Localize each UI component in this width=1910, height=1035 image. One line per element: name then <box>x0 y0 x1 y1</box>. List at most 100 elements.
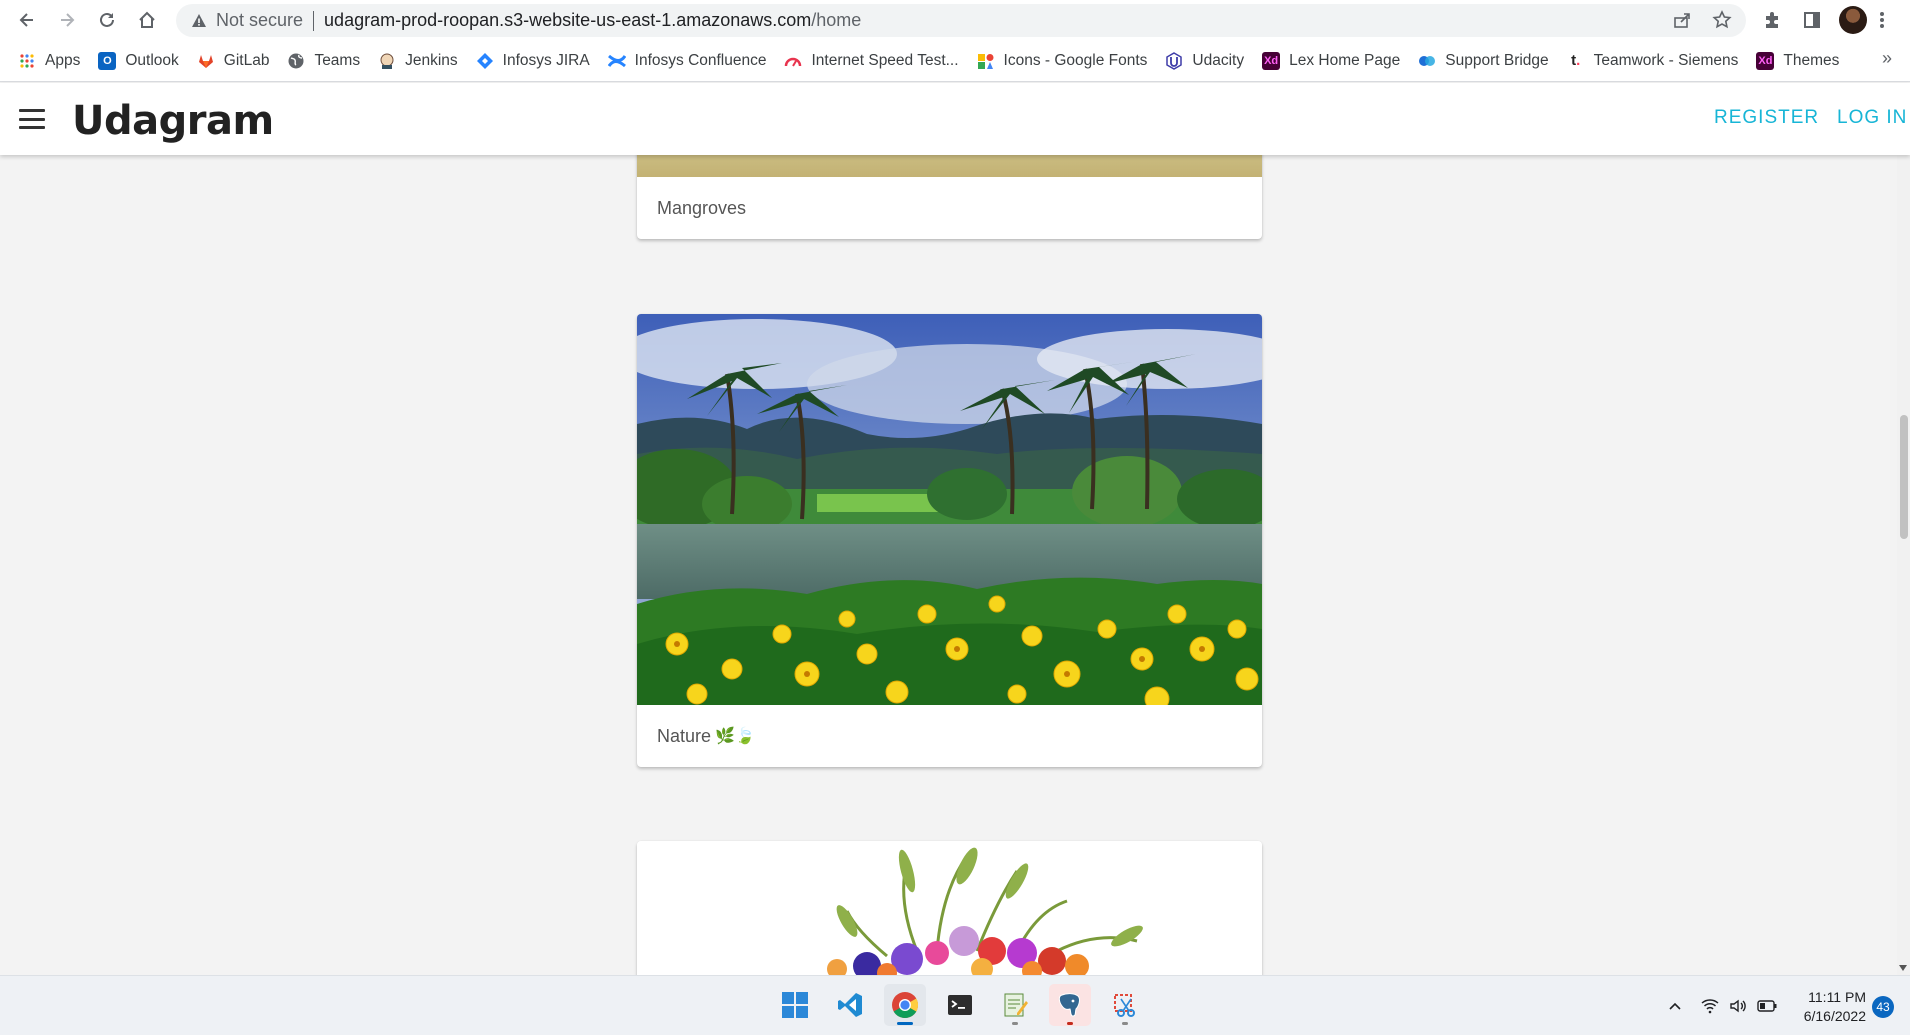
share-icon <box>1674 13 1690 28</box>
side-panel-button[interactable] <box>1798 6 1826 34</box>
volume-button[interactable] <box>1726 994 1750 1018</box>
security-label[interactable]: Not secure <box>216 10 303 31</box>
feed-image <box>637 314 1262 705</box>
notepad-icon <box>1004 993 1028 1017</box>
bookmark-teams[interactable]: Teams <box>287 46 370 76</box>
xd-icon: Xd <box>1756 51 1775 70</box>
apps-grid-icon <box>18 52 36 70</box>
outlook-icon: O <box>98 51 117 70</box>
start-button[interactable] <box>774 984 816 1026</box>
feed-image <box>637 841 1262 975</box>
wifi-button[interactable] <box>1698 994 1722 1018</box>
running-indicator <box>1122 1022 1128 1025</box>
postgresql-icon <box>1058 993 1080 1017</box>
caption-emoji: 🌿🍃 <box>715 728 755 745</box>
more-bookmarks-button[interactable]: » <box>1882 48 1892 69</box>
feed-card <box>637 841 1262 975</box>
bookmark-label: Infosys Confluence <box>634 51 767 69</box>
forward-button[interactable] <box>52 5 82 35</box>
google-fonts-icon <box>977 52 995 70</box>
bookmark-speed-test[interactable]: Internet Speed Test... <box>784 46 968 76</box>
active-indicator <box>897 1022 913 1025</box>
windows-logo-icon <box>782 992 808 1018</box>
bookmark-gitlab[interactable]: GitLab <box>197 46 280 76</box>
bookmarks-bar: Apps O Outlook GitLab Teams Jenkins Info… <box>0 40 1910 82</box>
side-panel-icon <box>1804 12 1820 28</box>
bookmark-outlook[interactable]: O Outlook <box>98 46 188 76</box>
running-indicator <box>1067 1022 1073 1025</box>
login-button[interactable]: LOG IN <box>1837 107 1907 129</box>
terminal-icon <box>948 995 972 1015</box>
bookmark-infosys-confluence[interactable]: Infosys Confluence <box>607 46 777 76</box>
bookmark-apps[interactable]: Apps <box>18 46 90 76</box>
home-button[interactable] <box>132 5 162 35</box>
profile-avatar[interactable] <box>1839 6 1867 34</box>
taskbar-app-vscode[interactable] <box>829 984 871 1026</box>
bookmark-support-bridge[interactable]: Support Bridge <box>1418 46 1558 76</box>
bookmark-label: Themes <box>1783 51 1840 69</box>
arrow-right-icon <box>61 13 75 27</box>
globe-icon <box>287 52 305 70</box>
bookmark-jenkins[interactable]: Jenkins <box>378 46 468 76</box>
taskbar-app-chrome[interactable] <box>884 984 926 1026</box>
puzzle-icon <box>1766 12 1778 28</box>
warning-icon[interactable] <box>190 12 208 30</box>
notification-badge[interactable]: 43 <box>1872 996 1894 1018</box>
page-scrollbar[interactable] <box>1897 155 1910 975</box>
battery-button[interactable] <box>1755 994 1779 1018</box>
bookmark-teamwork-siemens[interactable]: t. Teamwork - Siemens <box>1567 46 1749 76</box>
url-host: udagram-prod-roopan.s3-website-us-east-1… <box>324 10 812 30</box>
address-bar[interactable]: Not secure udagram-prod-roopan.s3-websit… <box>176 4 1746 37</box>
running-indicator <box>1012 1022 1018 1025</box>
bookmark-infosys-jira[interactable]: Infosys JIRA <box>476 46 600 76</box>
bookmark-label: Udacity <box>1192 51 1245 69</box>
bookmark-lex-home-page[interactable]: Xd Lex Home Page <box>1262 46 1410 76</box>
feed-caption: Nature 🌿🍃 <box>637 705 1262 767</box>
bookmark-label: Support Bridge <box>1445 51 1549 69</box>
reload-button[interactable] <box>92 5 122 35</box>
chrome-icon <box>892 992 919 1019</box>
taskbar-app-snipping-tool[interactable] <box>1104 984 1146 1026</box>
udacity-icon <box>1165 51 1183 70</box>
feed-card: Mangroves <box>637 155 1262 239</box>
taskbar-app-notepad[interactable] <box>994 984 1036 1026</box>
bookmark-udacity[interactable]: Udacity <box>1165 46 1254 76</box>
feed-card: Nature 🌿🍃 <box>637 314 1262 767</box>
bookmark-themes[interactable]: Xd Themes <box>1756 46 1849 76</box>
register-button[interactable]: REGISTER <box>1714 107 1819 129</box>
feed-image <box>637 155 1262 177</box>
system-clock[interactable]: 11:11 PM 6/16/2022 <box>1790 988 1866 1026</box>
scroll-down-arrow[interactable] <box>1899 965 1907 971</box>
url-text[interactable]: udagram-prod-roopan.s3-website-us-east-1… <box>324 10 861 31</box>
speedtest-icon <box>784 52 802 70</box>
clock-date: 6/16/2022 <box>1803 1008 1866 1024</box>
browser-toolbar: Not secure udagram-prod-roopan.s3-websit… <box>0 0 1910 40</box>
bookmark-star-button[interactable] <box>1710 8 1734 32</box>
star-icon <box>1712 10 1732 29</box>
bookmark-label: Jenkins <box>405 51 458 69</box>
menu-button[interactable] <box>1868 6 1896 34</box>
chevron-up-icon <box>1669 1002 1681 1010</box>
scrollbar-thumb[interactable] <box>1900 415 1908 539</box>
share-button[interactable] <box>1670 8 1694 32</box>
taskbar: 11:11 PM 6/16/2022 43 <box>0 975 1910 1035</box>
bookmark-label: Teams <box>314 51 361 69</box>
bookmark-label: Outlook <box>125 51 179 69</box>
vscode-icon <box>838 993 862 1017</box>
back-button[interactable] <box>12 5 42 35</box>
speaker-icon <box>1730 999 1746 1013</box>
home-icon <box>139 11 155 28</box>
clock-time: 11:11 PM <box>1808 989 1866 1005</box>
extensions-button[interactable] <box>1758 6 1786 34</box>
bookmark-google-fonts[interactable]: Icons - Google Fonts <box>977 46 1158 76</box>
show-hidden-icons-button[interactable] <box>1663 994 1687 1018</box>
caption-text: Nature <box>657 725 712 746</box>
jenkins-icon <box>378 52 396 70</box>
feed-caption: Mangroves <box>637 177 1262 239</box>
caption-text: Mangroves <box>657 197 747 218</box>
gitlab-icon <box>197 52 215 70</box>
taskbar-app-postgres[interactable] <box>1049 984 1091 1026</box>
hamburger-menu-icon[interactable] <box>19 109 45 129</box>
taskbar-app-terminal[interactable] <box>939 984 981 1026</box>
app-title[interactable]: Udagram <box>72 98 274 144</box>
